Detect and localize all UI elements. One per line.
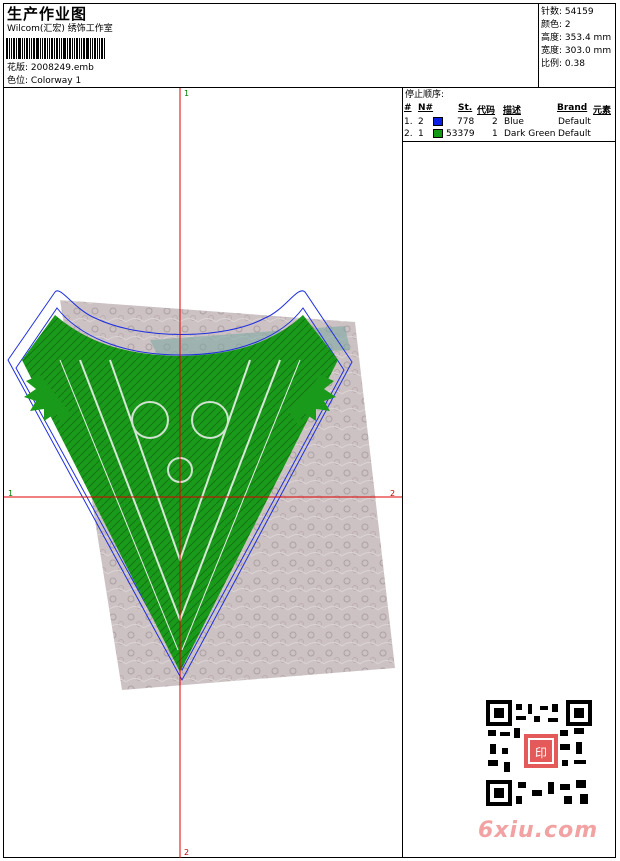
embroidery-preview: 印 (4, 88, 592, 858)
axis-label-bottom: 2 (184, 848, 190, 857)
site-watermark: 6xiu.com (478, 818, 599, 843)
qr-stamp: 印 (535, 746, 547, 760)
qr-code: 印 (486, 700, 592, 806)
axis-label-right: 2 (390, 489, 396, 498)
axis-label-top: 1 (184, 89, 190, 98)
axis-label-left: 1 (8, 489, 14, 498)
